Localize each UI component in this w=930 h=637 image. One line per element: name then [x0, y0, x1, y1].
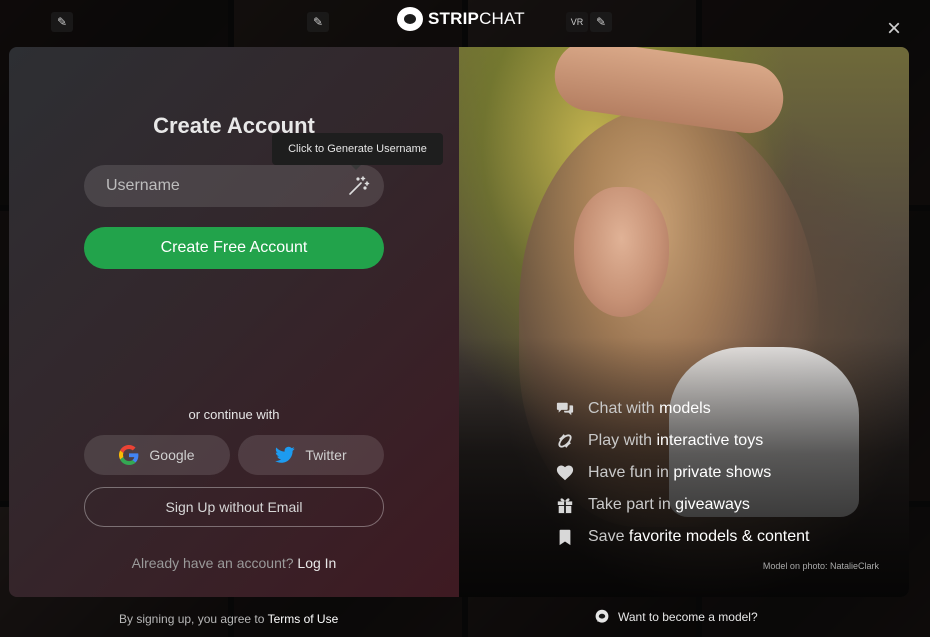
- vr-badge: VR: [566, 12, 588, 32]
- become-model-link[interactable]: Want to become a model?: [594, 609, 758, 625]
- model-photo-face: [574, 187, 669, 317]
- twitter-signup-button[interactable]: Twitter: [238, 435, 384, 475]
- feature-list: Chat with models Play with interactive t…: [556, 393, 809, 553]
- pencil-icon: ✎: [590, 12, 612, 32]
- google-icon: [119, 445, 139, 465]
- create-free-account-button[interactable]: Create Free Account: [84, 227, 384, 269]
- feature-highlight: giveaways: [675, 496, 750, 513]
- toy-icon: [558, 434, 572, 448]
- feature-prefix: Have fun in: [588, 464, 669, 481]
- pencil-icon: ✎: [307, 12, 329, 32]
- twitter-icon: [275, 446, 296, 463]
- feature-item: Play with interactive toys: [556, 425, 809, 457]
- login-link[interactable]: Log In: [297, 555, 336, 571]
- feature-item: Have fun in private shows: [556, 457, 809, 489]
- magic-wand-icon[interactable]: [346, 174, 370, 198]
- username-input[interactable]: [106, 177, 346, 195]
- feature-item: Save favorite models & content: [556, 521, 809, 553]
- become-model-label: Want to become a model?: [618, 610, 758, 624]
- chat-bubbles-icon: [556, 402, 574, 416]
- model-photo-credit: Model on photo: NatalieClark: [762, 561, 879, 571]
- chat-logo-icon: [595, 609, 609, 623]
- login-prompt-text: Already have an account?: [131, 555, 294, 571]
- promo-photo-panel: Chat with models Play with interactive t…: [459, 47, 909, 597]
- feature-prefix: Play with: [588, 432, 653, 449]
- twitter-label: Twitter: [305, 447, 347, 463]
- google-label: Google: [149, 447, 195, 463]
- terms-of-use-link[interactable]: Terms of Use: [268, 612, 339, 626]
- close-icon[interactable]: ×: [884, 17, 904, 41]
- logo-icon: [397, 7, 423, 31]
- signup-form-panel: Create Account Click to Generate Usernam…: [9, 47, 459, 597]
- logo-text-bold: STRIP: [428, 9, 480, 28]
- continue-with-label: or continue with: [188, 407, 280, 422]
- heart-icon: [556, 465, 574, 481]
- feature-highlight: private shows: [673, 464, 772, 481]
- feature-highlight: models: [659, 400, 711, 417]
- terms-notice: By signing up, you agree to Terms of Use: [119, 612, 338, 626]
- feature-item: Chat with models: [556, 393, 809, 425]
- gift-icon: [557, 498, 573, 514]
- login-prompt: Already have an account? Log In: [9, 555, 459, 571]
- bookmark-icon: [559, 529, 571, 546]
- stripchat-logo[interactable]: STRIPCHAT: [397, 7, 525, 31]
- feature-highlight: interactive toys: [656, 432, 764, 449]
- feature-item: Take part in giveaways: [556, 489, 809, 521]
- feature-highlight: favorite models & content: [628, 528, 810, 545]
- feature-prefix: Save: [588, 528, 625, 545]
- terms-prefix: By signing up, you agree to: [119, 612, 265, 626]
- generate-username-tooltip: Click to Generate Username: [272, 133, 443, 170]
- signup-without-email-button[interactable]: Sign Up without Email: [84, 487, 384, 527]
- pencil-icon: ✎: [51, 12, 73, 32]
- signup-modal: Create Account Click to Generate Usernam…: [9, 47, 909, 597]
- feature-prefix: Take part in: [588, 496, 671, 513]
- logo-text-thin: CHAT: [479, 9, 525, 28]
- feature-prefix: Chat with: [588, 400, 655, 417]
- username-field[interactable]: [84, 165, 384, 207]
- google-signup-button[interactable]: Google: [84, 435, 230, 475]
